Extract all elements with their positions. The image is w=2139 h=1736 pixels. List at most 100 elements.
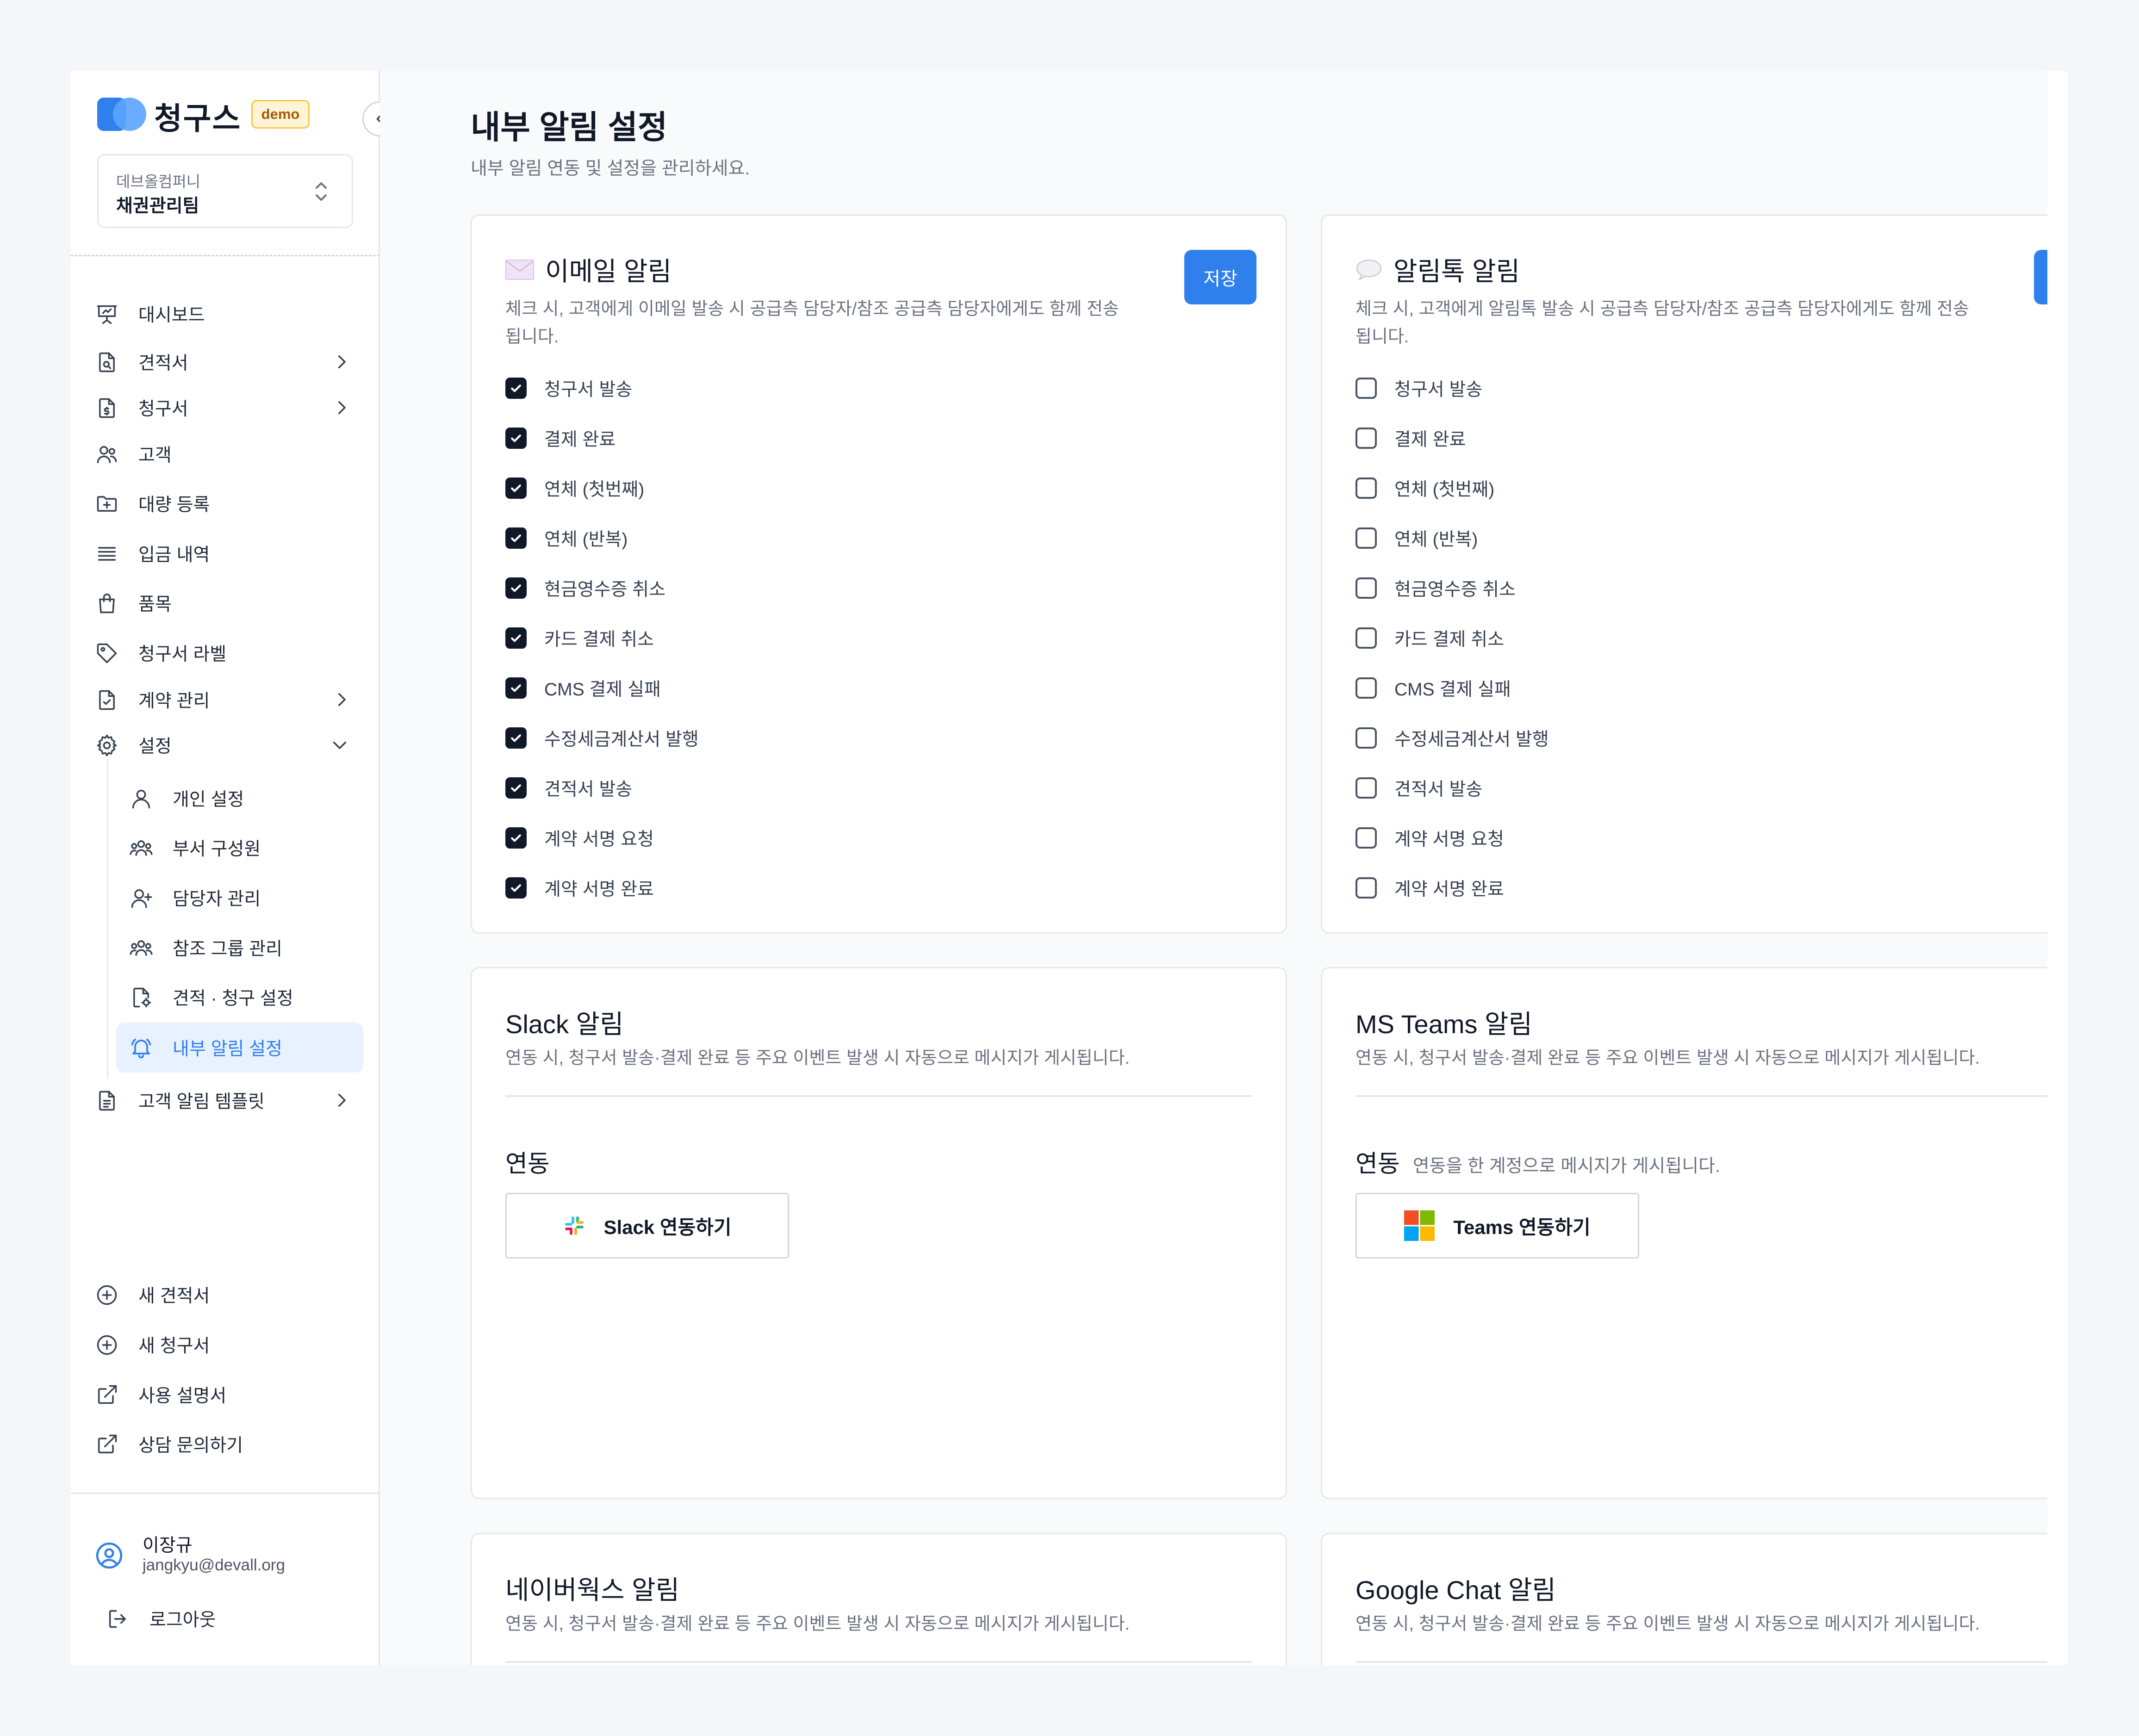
talk-event-checkbox[interactable]: [1356, 378, 1377, 399]
sidebar-item-deposit[interactable]: 입금 내역: [71, 533, 380, 574]
talk-save-button[interactable]: [2034, 250, 2047, 304]
email-event-checkbox[interactable]: [505, 827, 527, 849]
manual-link[interactable]: 사용 설명서: [71, 1374, 380, 1415]
email-event-row[interactable]: CMS 결제 실패: [505, 674, 661, 702]
sidebar-item-managers[interactable]: 담당자 관리: [71, 877, 380, 918]
sidebar-item-label: 참조 그룹 관리: [173, 939, 282, 959]
folder-plus-icon: [97, 496, 117, 512]
email-event-row[interactable]: 연체 (첫번째): [505, 474, 644, 502]
sidebar-item-quote[interactable]: 견적서: [71, 341, 380, 383]
brand-logo-icon: [97, 98, 146, 131]
sidebar-item-quote-invoice-settings[interactable]: 견적 · 청구 설정: [71, 976, 380, 1018]
talk-event-checkbox[interactable]: [1356, 627, 1377, 649]
sidebar-item-label: 설정: [138, 737, 172, 756]
new-quote-link[interactable]: 새 견적서: [71, 1274, 380, 1315]
sidebar-item-dashboard[interactable]: 대시보드: [71, 293, 380, 335]
email-event-label: 수정세금계산서 발행: [544, 730, 699, 750]
teams-connect-button[interactable]: Teams 연동하기: [1356, 1193, 1639, 1259]
talk-event-row[interactable]: 카드 결제 취소: [1356, 624, 1504, 652]
talk-event-row[interactable]: 연체 (반복): [1356, 524, 1478, 552]
chevron-right-icon: [338, 401, 346, 414]
sidebar-item-customer-template[interactable]: 고객 알림 템플릿: [71, 1079, 380, 1121]
organization-selector[interactable]: 데브올컴퍼니 채권관리팀: [97, 154, 353, 228]
user-icon: [132, 789, 150, 809]
sidebar-item-personal[interactable]: 개인 설정: [71, 777, 380, 819]
talk-event-row[interactable]: 계약 서명 요청: [1356, 824, 1504, 852]
email-event-checkbox[interactable]: [505, 527, 527, 549]
check-icon: [511, 734, 521, 742]
sidebar-item-items[interactable]: 품목: [71, 582, 380, 624]
email-event-checkbox[interactable]: [505, 577, 527, 599]
consult-link[interactable]: 상담 문의하기: [71, 1423, 380, 1465]
talk-event-row[interactable]: CMS 결제 실패: [1356, 674, 1511, 702]
sidebar-item-internal-alert[interactable]: 내부 알림 설정: [116, 1023, 363, 1073]
email-event-checkbox[interactable]: [505, 677, 527, 699]
sidebar-item-members[interactable]: 부서 구성원: [71, 827, 380, 868]
talk-event-row[interactable]: 견적서 발송: [1356, 774, 1482, 802]
email-event-label: 계약 서명 요청: [544, 830, 654, 849]
talk-event-checkbox[interactable]: [1356, 777, 1377, 799]
talk-card-desc-line2: 됩니다.: [1356, 327, 1409, 347]
teams-card-divider: [1356, 1095, 2047, 1097]
talk-event-checkbox[interactable]: [1356, 877, 1377, 899]
talk-event-checkbox[interactable]: [1356, 477, 1377, 499]
talk-event-row[interactable]: 연체 (첫번째): [1356, 474, 1494, 502]
email-save-button[interactable]: 저장: [1184, 250, 1256, 304]
check-icon: [511, 434, 521, 442]
email-event-row[interactable]: 카드 결제 취소: [505, 624, 654, 652]
user-circle-icon: [96, 1542, 123, 1569]
email-event-row[interactable]: 결제 완료: [505, 424, 616, 452]
email-event-row[interactable]: 청구서 발송: [505, 374, 632, 402]
email-event-row[interactable]: 수정세금계산서 발행: [505, 724, 699, 752]
document-gear-icon: [133, 987, 151, 1008]
user-group-icon: [130, 840, 153, 856]
email-event-checkbox[interactable]: [505, 727, 527, 749]
talk-event-checkbox[interactable]: [1356, 577, 1377, 599]
email-event-checkbox[interactable]: [505, 777, 527, 799]
logout-button[interactable]: 로그아웃: [71, 1598, 380, 1639]
sidebar-item-bulk[interactable]: 대량 등록: [71, 483, 380, 524]
chevron-right-icon: [338, 355, 346, 368]
sidebar-item-settings[interactable]: 설정: [71, 724, 380, 766]
talk-event-row[interactable]: 청구서 발송: [1356, 374, 1482, 402]
email-event-checkbox[interactable]: [505, 428, 527, 449]
slack-card-title: Slack 알림: [505, 1010, 624, 1039]
email-event-checkbox[interactable]: [505, 877, 527, 899]
email-event-label: 카드 결제 취소: [544, 630, 654, 650]
user-name: 이장규: [143, 1536, 193, 1556]
email-event-row[interactable]: 계약 서명 완료: [505, 874, 654, 902]
talk-event-checkbox[interactable]: [1356, 677, 1377, 699]
slack-connect-button[interactable]: Slack 연동하기: [505, 1193, 789, 1259]
sidebar-divider: [71, 255, 380, 256]
monitor-chart-icon: [97, 305, 117, 324]
talk-event-checkbox[interactable]: [1356, 428, 1377, 449]
talk-event-label: 결제 완료: [1394, 430, 1466, 450]
talk-event-checkbox[interactable]: [1356, 827, 1377, 849]
talk-event-label: CMS 결제 실패: [1394, 680, 1511, 700]
chevron-right-icon: [338, 693, 346, 706]
plus-circle-icon: [97, 1285, 117, 1305]
talk-event-row[interactable]: 수정세금계산서 발행: [1356, 724, 1549, 752]
talk-event-label: 수정세금계산서 발행: [1394, 730, 1549, 750]
sidebar-item-customer[interactable]: 고객: [71, 433, 380, 475]
email-event-checkbox[interactable]: [505, 378, 527, 399]
email-event-checkbox[interactable]: [505, 477, 527, 499]
sidebar-item-contract[interactable]: 계약 관리: [71, 679, 380, 720]
talk-event-checkbox[interactable]: [1356, 527, 1377, 549]
sidebar-item-invoice-label[interactable]: 청구서 라벨: [71, 632, 380, 674]
page-title: 내부 알림 설정: [471, 109, 668, 145]
email-event-row[interactable]: 현금영수증 취소: [505, 574, 665, 602]
talk-event-checkbox[interactable]: [1356, 727, 1377, 749]
users-icon: [97, 446, 117, 464]
talk-event-row[interactable]: 계약 서명 완료: [1356, 874, 1504, 902]
sidebar-item-ref-group[interactable]: 참조 그룹 관리: [71, 927, 380, 968]
email-event-row[interactable]: 견적서 발송: [505, 774, 632, 802]
talk-event-row[interactable]: 결제 완료: [1356, 424, 1466, 452]
email-event-checkbox[interactable]: [505, 627, 527, 649]
talk-event-row[interactable]: 현금영수증 취소: [1356, 574, 1516, 602]
naverworks-alert-card: 네이버웍스 알림 연동 시, 청구서 발송·결제 완료 등 주요 이벤트 발생 …: [471, 1533, 1287, 1665]
email-event-row[interactable]: 계약 서명 요청: [505, 824, 654, 852]
new-invoice-link[interactable]: 새 청구서: [71, 1324, 380, 1365]
email-event-row[interactable]: 연체 (반복): [505, 524, 628, 552]
sidebar-item-invoice[interactable]: 청구서: [71, 387, 380, 428]
